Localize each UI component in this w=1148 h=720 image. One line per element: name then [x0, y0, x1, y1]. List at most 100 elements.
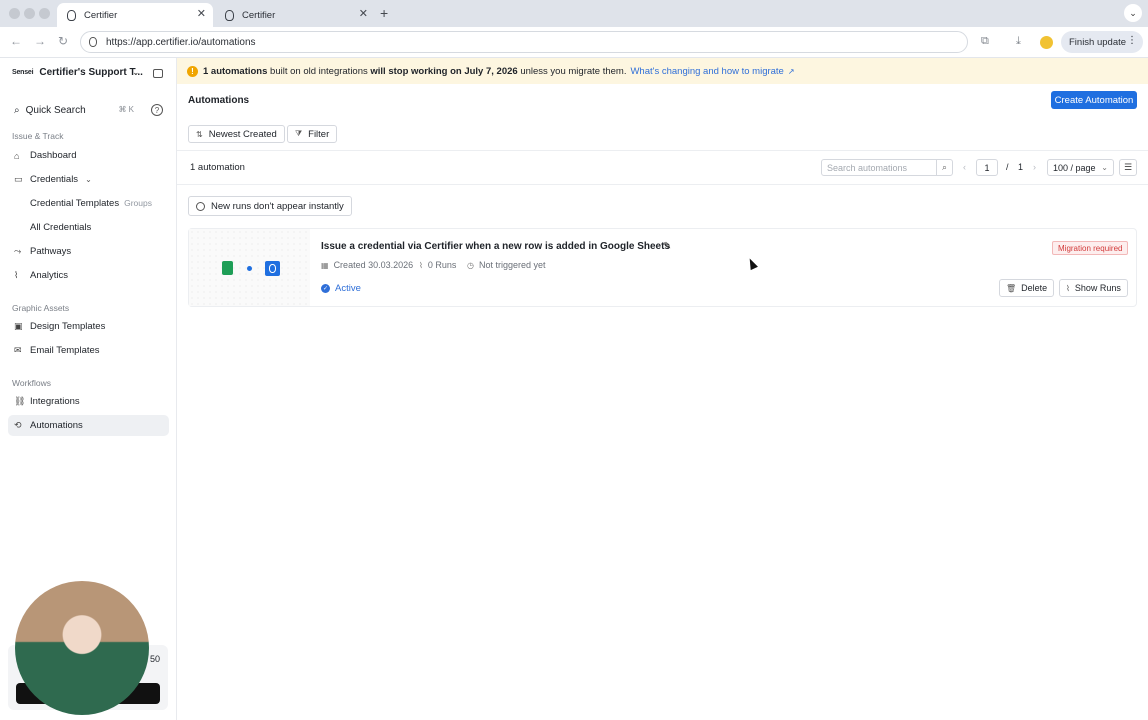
- page-number-input[interactable]: 1: [976, 159, 998, 176]
- forward-arrow-icon[interactable]: →: [34, 34, 46, 48]
- create-automation-button[interactable]: Create Automation: [1051, 91, 1137, 109]
- download-icon[interactable]: ⤓: [1016, 35, 1021, 48]
- trigger-text: Not triggered yet: [478, 260, 546, 270]
- sidebar-item-label: Dashboard: [30, 150, 77, 161]
- window-zoom-dot[interactable]: [39, 8, 50, 19]
- usage-count: 50: [149, 654, 160, 664]
- delete-button[interactable]: 🗑 Delete: [999, 279, 1055, 297]
- tab-title: Certifier: [242, 9, 276, 21]
- search-automations-input[interactable]: Search automations ⌕: [821, 159, 953, 176]
- automation-title[interactable]: Issue a credential via Certifier when a …: [321, 241, 670, 252]
- back-arrow-icon[interactable]: ←: [10, 34, 22, 48]
- sidebar-item-email-templates[interactable]: ✉ Email Templates: [8, 340, 169, 361]
- chevron-down-icon[interactable]: ⌄: [132, 67, 140, 78]
- sidebar-item-label: Email Templates: [30, 345, 100, 356]
- page-total: 1: [1018, 162, 1024, 172]
- sort-label: Newest Created: [208, 128, 277, 140]
- more-vert-icon[interactable]: ⋮: [1127, 35, 1137, 46]
- chart-icon: ⌇: [419, 260, 423, 270]
- tab-search-chevron-icon[interactable]: ⌄: [1124, 4, 1142, 22]
- sidebar-item-integrations[interactable]: ⛓ Integrations: [8, 391, 169, 412]
- automation-card[interactable]: Issue a credential via Certifier when a …: [188, 228, 1137, 307]
- sort-button[interactable]: ⇅ Newest Created: [188, 125, 285, 143]
- show-runs-button[interactable]: ⌇ Show Runs: [1059, 279, 1128, 297]
- page-title: Automations: [188, 95, 250, 106]
- mail-icon: ✉: [14, 345, 22, 355]
- sidebar-item-design-templates[interactable]: ▣ Design Templates: [8, 316, 169, 337]
- link-icon: ⛓: [14, 396, 26, 406]
- edit-pencil-icon[interactable]: ✎: [663, 241, 671, 252]
- certifier-favicon-icon: [225, 9, 234, 21]
- filter-label: Filter: [308, 128, 330, 140]
- warning-icon: !: [187, 65, 198, 77]
- sidebar-item-analytics[interactable]: ⌇ Analytics: [8, 265, 169, 286]
- browser-tab-1[interactable]: Certifier ✕: [57, 3, 213, 27]
- site-info-icon[interactable]: [89, 37, 97, 47]
- org-switcher[interactable]: Sensei Certifier's Support T...: [12, 67, 143, 78]
- sidebar-item-label: All Credentials: [30, 222, 92, 233]
- section-graphic-assets: Graphic Assets: [12, 303, 70, 313]
- migration-info-link[interactable]: What's changing and how to migrate: [630, 66, 783, 77]
- browser-tab-2[interactable]: Certifier ✕: [215, 3, 375, 27]
- org-logo: Sensei: [12, 69, 34, 76]
- chevron-down-icon: ⌄: [1101, 163, 1108, 172]
- sidebar-item-label: Credentials: [30, 174, 79, 185]
- filter-button[interactable]: ⧩ Filter: [287, 125, 338, 143]
- google-sheets-icon: [222, 261, 233, 275]
- section-issue-track: Issue & Track: [12, 131, 64, 141]
- sidebar-item-credential-templates[interactable]: Credential Templates Groups: [30, 198, 152, 209]
- window-close-dot[interactable]: [9, 8, 20, 19]
- trash-icon: 🗑: [1006, 283, 1017, 293]
- sort-icon: ⇅: [196, 129, 203, 139]
- integration-thumbnail: [189, 229, 310, 306]
- reload-icon[interactable]: ↻: [58, 34, 68, 48]
- list-view-icon[interactable]: ☰: [1119, 159, 1137, 176]
- search-placeholder: Search automations: [827, 162, 908, 173]
- section-workflows: Workflows: [12, 378, 52, 388]
- sidebar-item-dashboard[interactable]: ⌂ Dashboard: [8, 145, 169, 166]
- image-icon: ▣: [14, 321, 23, 331]
- connector-dot-icon: [247, 266, 252, 271]
- quick-search-label: Quick Search: [25, 104, 86, 116]
- tab-title: Certifier: [84, 9, 118, 21]
- info-chip: New runs don't appear instantly: [188, 196, 352, 216]
- status-indicator: ✓ Active: [321, 283, 361, 294]
- close-tab-icon[interactable]: ✕: [359, 7, 368, 20]
- calendar-icon: ▦: [321, 260, 329, 270]
- finish-update-label: Finish update: [1069, 36, 1127, 48]
- clock-icon: ◷: [467, 260, 474, 270]
- sidebar-item-automations[interactable]: ⟲ Automations: [8, 415, 169, 436]
- help-icon[interactable]: ?: [151, 104, 163, 116]
- show-runs-label: Show Runs: [1074, 283, 1121, 293]
- next-page-icon[interactable]: ›: [1033, 162, 1036, 172]
- sidebar-item-label: Credential Templates: [30, 198, 120, 209]
- chart-icon: ⌇: [1066, 283, 1070, 293]
- extensions-icon[interactable]: ⧉: [981, 35, 989, 48]
- migration-banner: ! 1 automations built on old integration…: [177, 58, 1148, 84]
- sidebar-collapse-icon[interactable]: [153, 69, 163, 78]
- browser-toolbar: ← → ↻ https://app.certifier.io/automatio…: [0, 27, 1148, 58]
- quick-search-button[interactable]: ⌕ Quick Search ⌘ K: [8, 99, 138, 121]
- org-name: Certifier's Support T...: [39, 67, 143, 78]
- search-icon[interactable]: ⌕: [936, 160, 952, 175]
- profile-avatar-icon[interactable]: [1040, 36, 1053, 49]
- new-tab-icon[interactable]: +: [380, 5, 388, 21]
- prev-page-icon[interactable]: ‹: [963, 162, 966, 172]
- external-link-icon[interactable]: ↗: [788, 67, 795, 76]
- delete-label: Delete: [1021, 283, 1048, 293]
- address-bar[interactable]: https://app.certifier.io/automations: [80, 31, 968, 53]
- shortcut-hint: ⌘ K: [118, 105, 134, 114]
- url-text: https://app.certifier.io/automations: [106, 36, 256, 48]
- banner-text: built on old integrations: [267, 65, 371, 77]
- groups-link[interactable]: Groups: [124, 198, 152, 208]
- window-minimize-dot[interactable]: [24, 8, 35, 19]
- sidebar-item-credentials[interactable]: ▭ Credentials ⌄: [8, 169, 169, 190]
- credential-icon: ▭: [14, 174, 23, 184]
- finish-update-button[interactable]: Finish update ⋮: [1061, 31, 1143, 53]
- per-page-select[interactable]: 100 / page ⌄: [1047, 159, 1114, 176]
- home-icon: ⌂: [14, 150, 20, 161]
- sidebar-item-pathways[interactable]: ⤳ Pathways: [8, 241, 169, 262]
- automation-count: 1 automation: [190, 162, 245, 173]
- sidebar-item-all-credentials[interactable]: All Credentials: [30, 222, 91, 233]
- close-tab-icon[interactable]: ✕: [197, 7, 206, 20]
